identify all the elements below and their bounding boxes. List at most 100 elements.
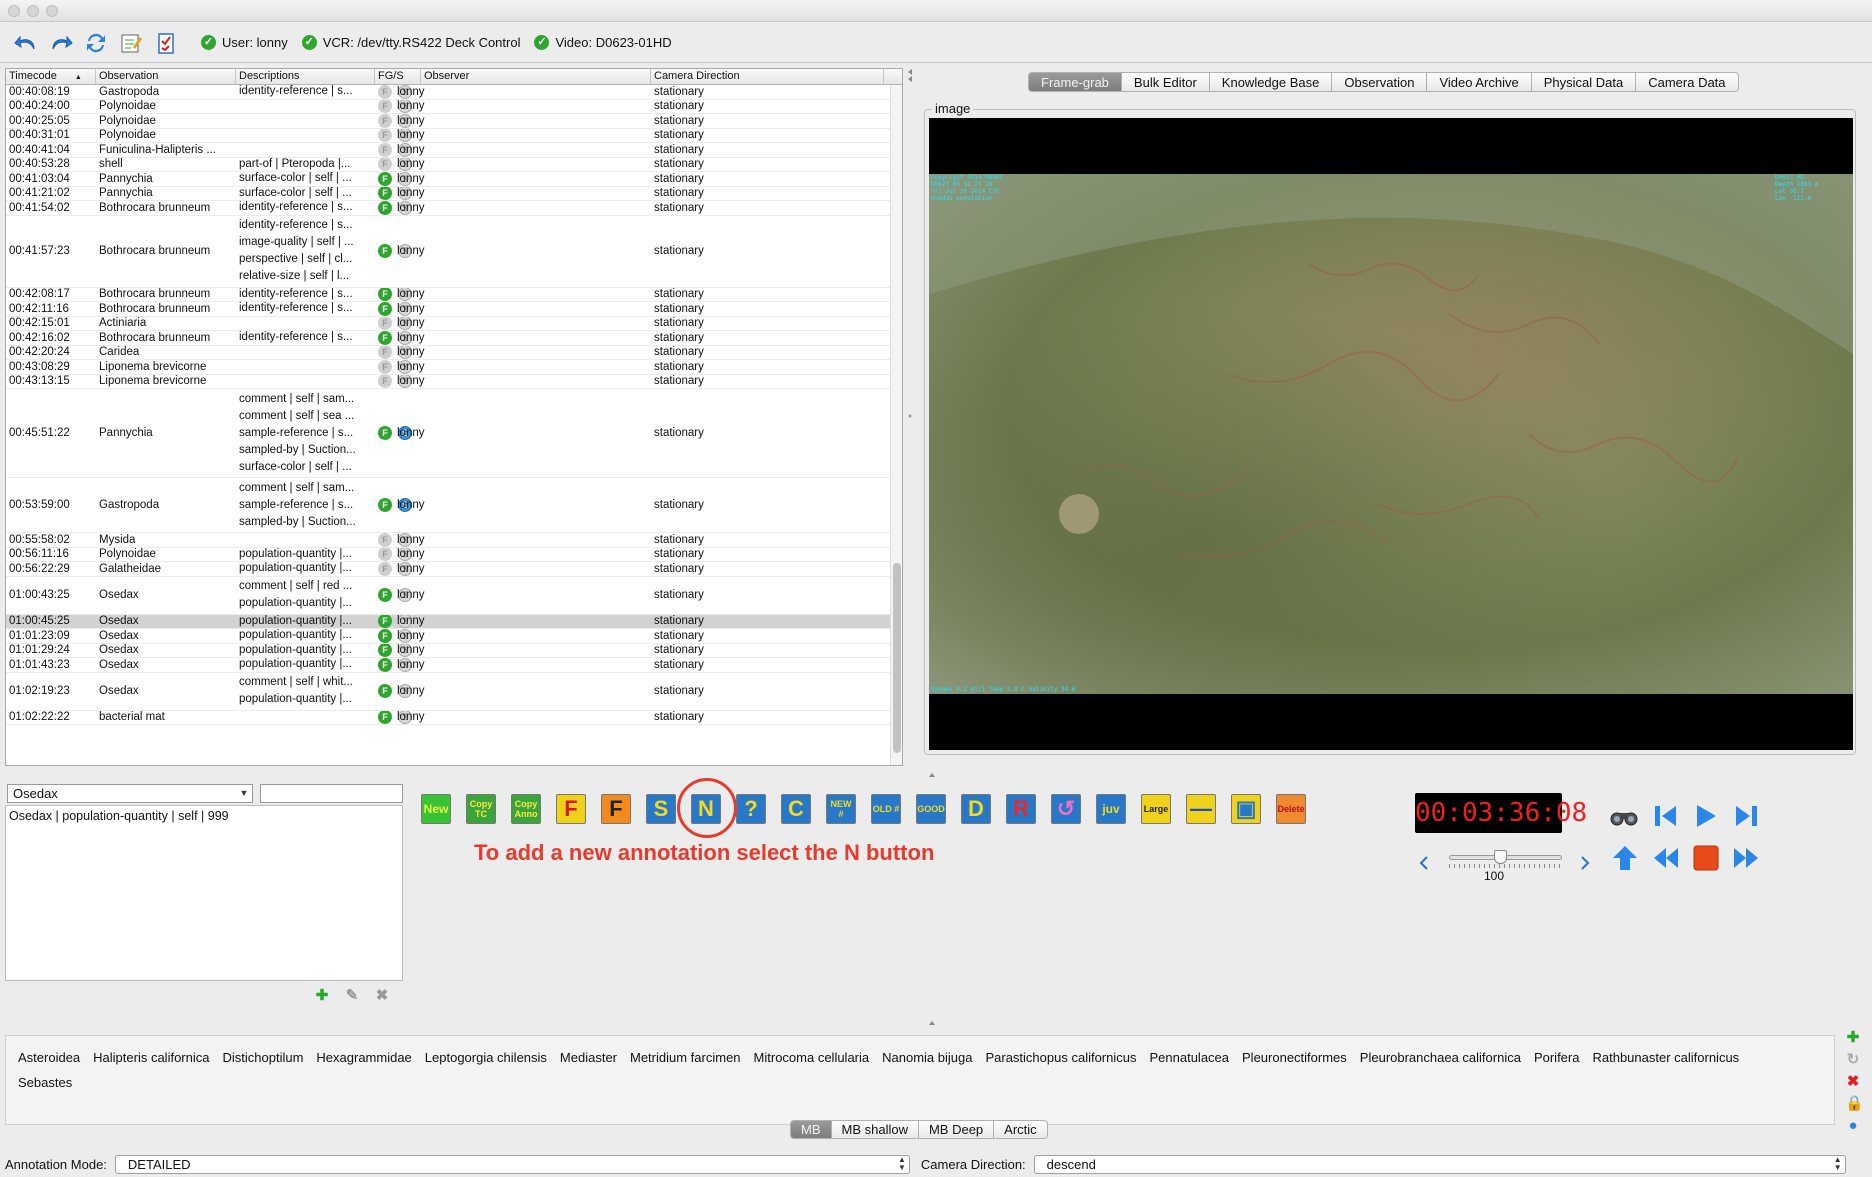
framegrab-icon[interactable]: F [378, 186, 392, 200]
framegrab-icon[interactable]: F [378, 710, 392, 724]
observation-table[interactable]: Timecode ▲ Observation Descriptions FG/S Obs… [5, 68, 903, 766]
tab-frame-grab[interactable]: Frame-grab [1028, 72, 1122, 92]
column-header[interactable]: Timecode ▲ [6, 69, 96, 84]
concept-combobox[interactable]: Osedax ▼ [7, 784, 253, 803]
framegrab-icon[interactable]: F [378, 658, 392, 672]
link-button[interactable]: ↺ [1051, 794, 1081, 824]
framegrab-icon[interactable]: F [378, 588, 392, 602]
edit-association-button[interactable]: ✎ [344, 988, 360, 1004]
zoom-window-button[interactable] [46, 5, 58, 17]
framegrab-icon[interactable]: F [378, 201, 392, 215]
quick-concept-item[interactable]: Mitrocoma cellularia [754, 1045, 870, 1070]
quick-concept-item[interactable]: Asteroidea [18, 1045, 80, 1070]
stop-button[interactable] [1691, 843, 1721, 873]
speed-decrease-button[interactable] [1409, 848, 1439, 878]
camera-direction-select[interactable]: descend ▲ ▼ [1033, 1154, 1846, 1174]
tab-observation[interactable]: Observation [1332, 72, 1428, 92]
table-row[interactable]: 00:56:22:29 Galatheidae population-quantit… [6, 562, 902, 577]
column-header[interactable]: Observer [421, 69, 651, 84]
framegrab-icon[interactable]: F [378, 614, 392, 628]
table-row[interactable]: 00:40:53:28 shell part-of | Pteropoda |...… [6, 157, 902, 172]
table-row[interactable]: 01:01:23:09 Osedax population-quantity |..… [6, 629, 902, 644]
vertical-split-handle[interactable] [905, 68, 915, 766]
framegrab-button[interactable]: F [556, 794, 586, 824]
refresh-concept-button[interactable]: ↻ [1845, 1052, 1861, 1068]
framegrab-icon[interactable]: F [378, 157, 392, 171]
framegrab-icon[interactable]: F [378, 287, 392, 301]
framegrab-icon[interactable]: F [378, 547, 392, 561]
table-row[interactable]: 00:40:08:19 Gastropoda identity-reference … [6, 85, 902, 100]
column-header[interactable]: Descriptions [236, 69, 375, 84]
close-window-button[interactable] [8, 5, 20, 17]
quick-concept-item[interactable]: Nanomia bijuga [882, 1045, 972, 1070]
quick-concept-item[interactable]: Distichoptilum [222, 1045, 303, 1070]
framegrab-delete-button[interactable]: F [601, 794, 631, 824]
framegrab-icon[interactable]: F [378, 533, 392, 547]
table-row[interactable]: 00:40:25:05 Polynoidae F Slonny stationary [6, 114, 902, 129]
table-row[interactable]: 00:41:03:04 Pannychia surface-color | self… [6, 172, 902, 187]
eject-button[interactable] [1610, 843, 1640, 873]
new-button[interactable]: New [421, 794, 451, 824]
speed-slider-thumb[interactable] [1494, 850, 1507, 864]
add-concept-button[interactable]: ✚ [1845, 1030, 1861, 1046]
table-scrollbar[interactable] [890, 85, 902, 765]
framegrab-icon[interactable]: F [378, 316, 392, 330]
quick-concept-item[interactable]: Pennatulacea [1150, 1045, 1230, 1070]
edit-form-button[interactable] [117, 29, 145, 57]
undo-button[interactable] [12, 29, 40, 57]
horizontal-split-handle[interactable] [0, 768, 1872, 777]
table-row[interactable]: 01:00:45:25 Osedax population-quantity |..… [6, 614, 902, 629]
speed-increase-button[interactable] [1570, 848, 1600, 878]
framegrab-icon[interactable]: F [378, 426, 392, 440]
old-number-button[interactable]: OLD # [871, 794, 901, 824]
table-row[interactable]: 00:40:31:01 Polynoidae F Slonny stationary [6, 128, 902, 143]
table-row[interactable]: 00:41:57:23 Bothrocara brunneum identity-r… [6, 216, 902, 288]
lock-concept-button[interactable]: 🔒 [1845, 1096, 1864, 1112]
tab-bulk-editor[interactable]: Bulk Editor [1121, 72, 1210, 92]
dead-button[interactable]: D [961, 794, 991, 824]
framegrab-icon[interactable]: F [378, 114, 392, 128]
binoculars-button[interactable] [1609, 802, 1639, 832]
question-button[interactable]: ? [736, 794, 766, 824]
framegrab-icon[interactable]: F [378, 302, 392, 316]
quick-concept-item[interactable]: Mediaster [560, 1045, 617, 1070]
concept-tab-mb-deep[interactable]: MB Deep [918, 1120, 995, 1139]
image-button[interactable]: ▣ [1231, 794, 1261, 824]
remove-concept-button[interactable]: ✖ [1845, 1074, 1861, 1090]
copy-tc-button[interactable]: Copy TC [466, 794, 496, 824]
rewind-button[interactable] [1651, 843, 1681, 873]
fast-forward-button[interactable] [1731, 843, 1761, 873]
tab-knowledge-base[interactable]: Knowledge Base [1209, 72, 1333, 92]
table-row[interactable]: 00:55:58:02 Mysida F Slonny stationary [6, 533, 902, 548]
framegrab-icon[interactable]: F [378, 244, 392, 258]
table-row[interactable]: 00:42:16:02 Bothrocara brunneum identity-r… [6, 331, 902, 346]
quick-concept-item[interactable]: Parastichopus californicus [985, 1045, 1136, 1070]
table-row[interactable]: 00:42:08:17 Bothrocara brunneum identity-r… [6, 287, 902, 302]
play-button[interactable] [1691, 801, 1721, 831]
quick-concept-item[interactable]: Halipteris californica [93, 1045, 209, 1070]
quick-concept-item[interactable]: Pleurobranchaea californica [1360, 1045, 1521, 1070]
table-row[interactable]: 01:02:19:23 Osedax comment | self | whit..… [6, 673, 902, 711]
column-header[interactable]: Observation [96, 69, 236, 84]
large-button[interactable]: Large [1141, 794, 1171, 824]
framegrab-icon[interactable]: F [378, 562, 392, 576]
quick-concept-item[interactable]: Hexagrammidae [316, 1045, 411, 1070]
framegrab-icon[interactable]: F [378, 99, 392, 113]
refresh-button[interactable] [82, 29, 110, 57]
new-number-button[interactable]: NEW # [826, 794, 856, 824]
globe-concept-button[interactable]: ● [1845, 1118, 1861, 1134]
framegrab-icon[interactable]: F [378, 360, 392, 374]
table-row[interactable]: 00:40:24:00 Polynoidae F Slonny stationary [6, 99, 902, 114]
r-button[interactable]: R [1006, 794, 1036, 824]
table-row[interactable]: 01:00:43:25 Osedax comment | self | red ..… [6, 577, 902, 615]
add-association-button[interactable]: ✚ [314, 988, 330, 1004]
table-row[interactable]: 00:41:21:02 Pannychia surface-color | self… [6, 186, 902, 201]
framegrab-icon[interactable]: F [378, 498, 392, 512]
quick-concept-item[interactable]: Porifera [1534, 1045, 1580, 1070]
delete-button[interactable]: Delete [1276, 794, 1306, 824]
good-button[interactable]: GOOD [916, 794, 946, 824]
tab-video-archive[interactable]: Video Archive [1427, 72, 1532, 92]
framegrab-icon[interactable]: F [378, 374, 392, 388]
concept-search-input[interactable] [260, 784, 403, 803]
table-scroll-thumb[interactable] [893, 563, 901, 753]
